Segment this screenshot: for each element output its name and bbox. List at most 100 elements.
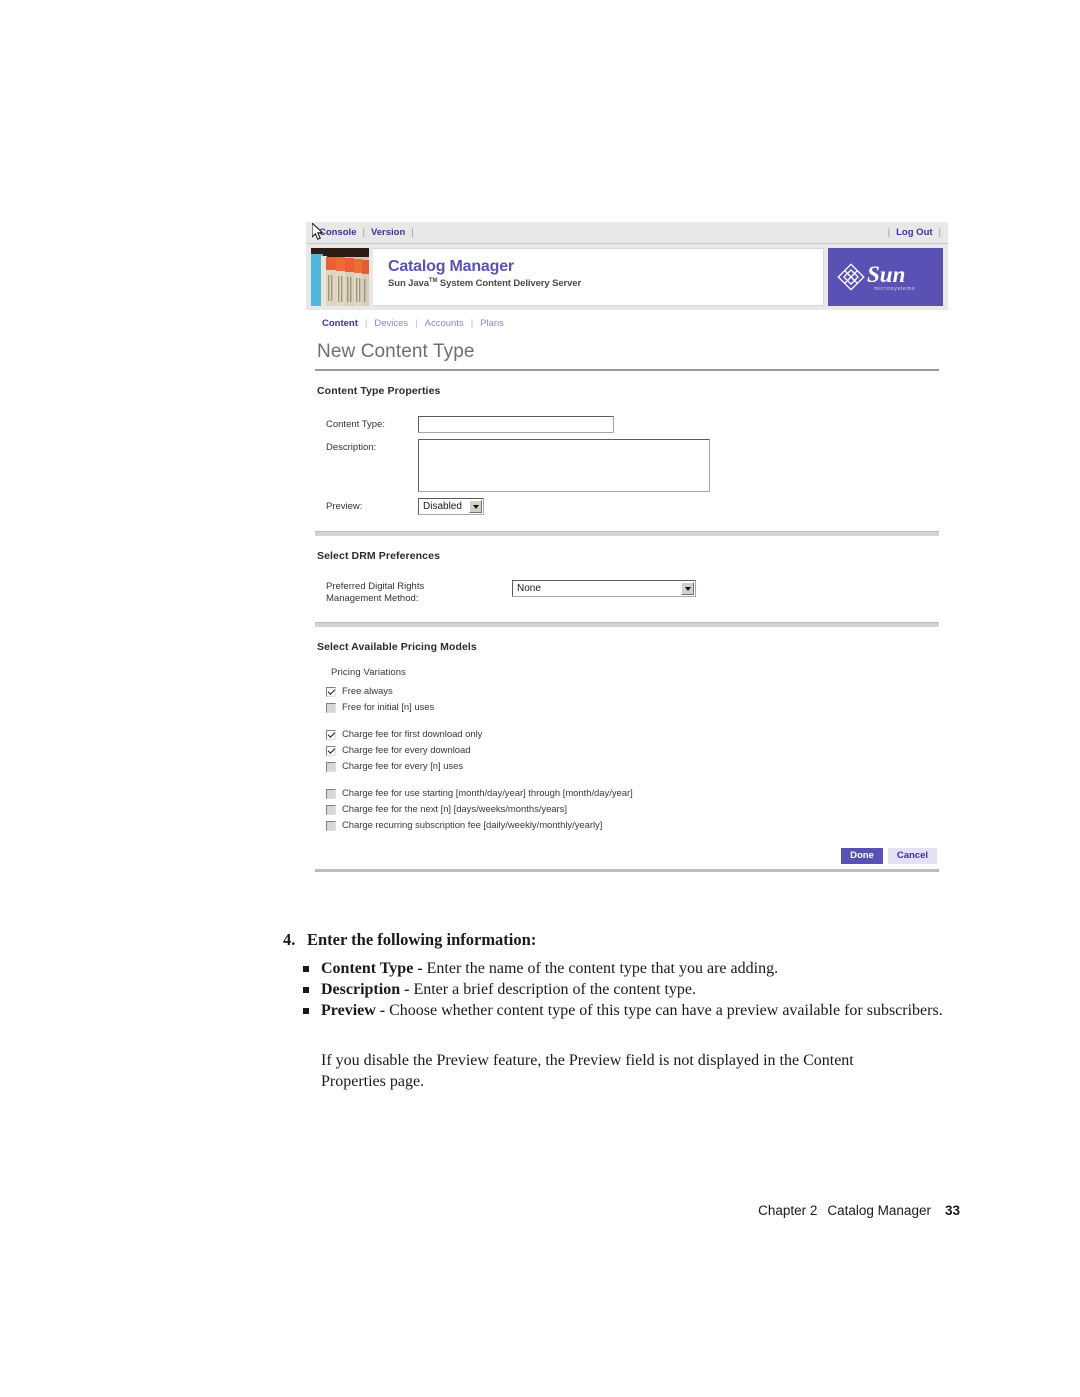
tab-devices[interactable]: Devices [367, 318, 415, 329]
description-label: Description: [326, 442, 377, 453]
utility-separator: | [411, 227, 414, 238]
checkbox-recurring-subscription[interactable] [326, 820, 336, 831]
sun-logo: Sun microsystems [828, 248, 943, 306]
app-title: Catalog Manager [388, 258, 514, 275]
pricing-group-time: Charge fee for use starting [month/day/y… [326, 786, 939, 834]
utility-bar-right-links: | Log Out | [888, 227, 941, 238]
drm-method-label: Preferred Digital Rights Management Meth… [326, 580, 512, 606]
list-item[interactable]: Charge fee for use starting [month/day/y… [326, 786, 939, 802]
books-photo [311, 248, 369, 306]
checkbox-free-initial-uses[interactable] [326, 702, 336, 713]
list-item: Description - Enter a brief description … [300, 979, 960, 1000]
utility-separator: | [938, 227, 941, 238]
primary-nav-tabs: Content | Devices | Accounts | Plans [306, 310, 948, 336]
brand-title-box: Catalog Manager Sun JavaTM System Conten… [373, 248, 824, 306]
checkbox-label: Free always [342, 686, 393, 698]
drm-method-select[interactable]: None [512, 580, 696, 597]
checkbox-label: Charge fee for every download [342, 745, 471, 757]
bullet-text: Enter a brief description of the content… [409, 981, 696, 999]
section-divider-1 [315, 531, 939, 536]
description-row: Description: [326, 439, 939, 492]
footer-divider [315, 869, 939, 873]
checkbox-label: Charge recurring subscription fee [daily… [342, 820, 603, 832]
version-link[interactable]: Version [365, 227, 411, 238]
step-text: Enter the following information: [307, 930, 537, 949]
footer-chapter: Chapter 2 [758, 1203, 818, 1218]
list-item: Content Type - Enter the name of the con… [300, 958, 960, 979]
list-item[interactable]: Charge recurring subscription fee [daily… [326, 818, 939, 834]
pricing-variations-caption: Pricing Variations [331, 666, 407, 678]
list-item[interactable]: Charge fee for every [n] uses [326, 759, 939, 775]
tab-content[interactable]: Content [315, 318, 365, 329]
footer-page-number: 33 [944, 1203, 960, 1218]
checkbox-label: Free for initial [n] uses [342, 702, 435, 714]
console-link[interactable]: Console [313, 227, 362, 238]
tab-accounts[interactable]: Accounts [418, 318, 471, 329]
content-type-row: Content Type: [326, 416, 939, 433]
checkbox-charge-every-n-uses[interactable] [326, 761, 336, 772]
section-title-pricing: Select Available Pricing Models [317, 640, 477, 653]
svg-text:microsystems: microsystems [874, 286, 915, 292]
utility-bar: Console | Version | | Log Out | [306, 222, 948, 244]
page-title: New Content Type [317, 341, 475, 362]
footer-title: Catalog Manager [827, 1203, 931, 1218]
drm-method-label-line2: Management Method: [326, 593, 419, 605]
preview-label: Preview: [326, 501, 363, 512]
step-number: 4. [283, 930, 296, 949]
step-4-heading: 4. Enter the following information: [283, 930, 963, 950]
checkbox-label: Charge fee for first download only [342, 729, 483, 741]
checkbox-charge-every-download[interactable] [326, 745, 336, 756]
preview-select[interactable]: Disabled [418, 498, 484, 515]
preview-row: Preview: Disabled [326, 498, 939, 515]
description-textarea[interactable] [418, 439, 710, 492]
checkbox-charge-first-download[interactable] [326, 729, 336, 740]
checkbox-label: Charge fee for use starting [month/day/y… [342, 788, 633, 800]
drm-form: Preferred Digital Rights Management Meth… [315, 562, 939, 606]
application-screenshot: Console | Version | | Log Out | Catalog … [306, 222, 948, 906]
subtitle-pre: Sun Java [388, 278, 429, 290]
svg-text:Sun: Sun [867, 262, 905, 287]
bullet-text: Choose whether content type of this type… [385, 1002, 943, 1020]
checkbox-charge-next-period[interactable] [326, 804, 336, 815]
pricing-models-form: Pricing Variations Free always Free for … [315, 653, 939, 834]
preview-select-value: Disabled [423, 501, 462, 512]
utility-bar-left-links: Console | Version | [313, 227, 414, 238]
content-type-input[interactable] [418, 416, 614, 433]
note-paragraph: If you disable the Preview feature, the … [321, 1052, 854, 1091]
cancel-button[interactable]: Cancel [887, 847, 937, 865]
bullet-term: Content Type - [321, 960, 423, 977]
subtitle-post: System Content Delivery Server [437, 278, 582, 290]
drm-method-select-value: None [517, 583, 541, 594]
checkbox-charge-date-range[interactable] [326, 788, 336, 799]
chevron-down-icon [469, 500, 482, 513]
bullet-list: Content Type - Enter the name of the con… [300, 958, 960, 1021]
bullet-text: Enter the name of the content type that … [422, 960, 779, 977]
checkbox-label: Charge fee for every [n] uses [342, 761, 464, 773]
app-subtitle: Sun JavaTM System Content Delivery Serve… [388, 278, 823, 289]
list-item[interactable]: Charge fee for the next [n] [days/weeks/… [326, 802, 939, 818]
section-title-drm: Select DRM Preferences [317, 550, 441, 562]
brand-band: Catalog Manager Sun JavaTM System Conten… [306, 244, 948, 310]
pricing-group-download: Charge fee for first download only Charg… [326, 727, 939, 775]
done-button[interactable]: Done [841, 847, 883, 865]
bullet-term: Preview - [321, 1002, 386, 1020]
section-divider-2 [315, 621, 939, 627]
list-item[interactable]: Charge fee for every download [326, 743, 939, 759]
log-out-link[interactable]: Log Out [890, 227, 938, 238]
pricing-group-free: Free always Free for initial [n] uses [326, 684, 939, 716]
form-action-bar: Done Cancel [315, 834, 939, 865]
content-type-properties-form: Content Type: Description: Preview: Disa… [315, 397, 939, 515]
checkbox-free-always[interactable] [326, 686, 336, 697]
bullet-term: Description - [321, 981, 410, 999]
page-footer: Chapter 2 Catalog Manager 33 [0, 1203, 960, 1218]
list-item[interactable]: Charge fee for first download only [326, 727, 939, 743]
checkbox-label: Charge fee for the next [n] [days/weeks/… [342, 804, 567, 816]
tab-plans[interactable]: Plans [473, 318, 511, 329]
drm-method-label-line1: Preferred Digital Rights [326, 581, 425, 592]
section-title-properties: Content Type Properties [317, 385, 441, 397]
page-body: New Content Type Content Type Properties… [306, 336, 948, 873]
chevron-down-icon [681, 582, 694, 595]
list-item[interactable]: Free always [326, 684, 939, 700]
list-item[interactable]: Free for initial [n] uses [326, 700, 939, 716]
list-item: Preview - Choose whether content type of… [300, 1000, 960, 1021]
